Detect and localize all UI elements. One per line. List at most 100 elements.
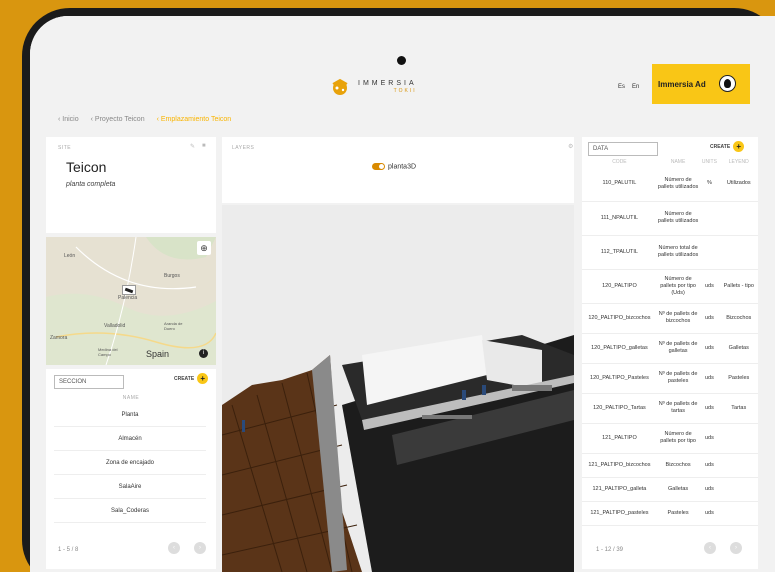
table-row[interactable]: 120_PALTIPO Número de pallets por tipo (U… (582, 269, 758, 304)
list-item[interactable]: Zona de encajado (54, 451, 206, 475)
code-cell: 120_PALTIPO_galletas (582, 333, 657, 364)
name-cell: Número de pallets utilizados (656, 201, 700, 236)
leyend-cell (719, 501, 758, 526)
brand-name: IMMERSIA (358, 80, 417, 87)
leyend-cell: Pallets - tipo (719, 269, 758, 304)
name-cell: Nº de pallets de pasteles (656, 363, 700, 394)
map-place-burgos: Burgos (164, 273, 180, 279)
data-search-input[interactable]: DATA (588, 142, 658, 156)
table-row[interactable]: 120_PALTIPO_galletas Nº de pallets de gal… (582, 333, 758, 364)
avatar-icon (719, 75, 736, 92)
column-header-name[interactable]: NAME (657, 157, 699, 167)
column-header-leyend[interactable]: LEYEND (720, 157, 758, 167)
locate-icon[interactable]: ⊕ (197, 241, 211, 255)
table-row[interactable]: 111_NPALUTIL Número de pallets utilizados (582, 201, 758, 236)
breadcrumb: ‹ Inicio ‹ Proyecto Teicon ‹ Emplazamien… (58, 116, 231, 123)
breadcrumb-item-proyecto[interactable]: ‹ Proyecto Teicon (91, 116, 145, 123)
data-table: CODE NAME UNITS LEYEND 110_PALUTIL Número… (582, 157, 758, 526)
app-logo[interactable]: IMMERSIA TOKII (330, 78, 417, 96)
map-place-medina: Medina del Campo (98, 347, 118, 357)
list-item[interactable]: Sala_Coderas (54, 499, 206, 523)
name-column-header: NAME (122, 395, 140, 401)
user-menu-button[interactable]: Immersia Ad (652, 64, 750, 104)
secciones-card: SECCION CREATE + NAME Planta Almacén Zona… (46, 369, 216, 569)
create-label: CREATE (174, 375, 195, 382)
name-cell: Nº de pallets de tartas (656, 393, 700, 424)
site-title: Teicon (66, 159, 107, 175)
units-cell (699, 235, 720, 270)
site-card: SITE ✎ ■ Teicon planta completa (46, 137, 216, 233)
table-row[interactable]: 120_PALTIPO_bizcochos Nº de pallets de bi… (582, 303, 758, 334)
data-pagination: 1 - 12 / 39 (596, 547, 624, 553)
table-row[interactable]: 112_TPALUTIL Número total de pallets util… (582, 235, 758, 270)
site-map[interactable]: León Burgos Palencia Valladolid Aranda d… (46, 237, 216, 365)
secciones-pagination: 1 - 5 / 8 (58, 547, 79, 553)
column-header-code[interactable]: CODE (582, 157, 657, 167)
site-label: SITE (58, 145, 72, 151)
units-cell: % (699, 167, 720, 202)
code-cell: 120_PALTIPO (582, 269, 657, 304)
units-cell: uds (699, 393, 720, 424)
leyend-cell (719, 235, 758, 270)
create-data-button[interactable]: CREATE + (710, 141, 745, 152)
column-header-units[interactable]: UNITS (699, 157, 719, 167)
name-cell: Número de pallets utilizados (656, 167, 700, 202)
map-place-palencia: Palencia (118, 295, 138, 301)
lang-es-link[interactable]: Es (618, 84, 625, 90)
code-cell: 120_PALTIPO_bizcochos (582, 303, 657, 334)
camera-dot (397, 56, 406, 65)
map-place-valladolid: Valladolid (104, 323, 126, 329)
table-row[interactable]: 120_PALTIPO_Pasteles Nº de pallets de pas… (582, 363, 758, 394)
info-icon[interactable]: i (199, 349, 208, 358)
delete-icon[interactable]: ■ (202, 143, 206, 149)
name-cell: Nº de pallets de bizcochos (656, 303, 700, 334)
logo-mark-icon (330, 78, 350, 96)
breadcrumb-item-inicio[interactable]: ‹ Inicio (58, 116, 79, 123)
code-cell: 121_PALTIPO (582, 423, 657, 454)
name-cell: Número de pallets por tipo (656, 423, 700, 454)
next-page-button[interactable]: › (730, 542, 742, 554)
data-panel: DATA CREATE + CODE NAME UNITS LEYEND 110_… (582, 137, 758, 569)
code-cell: 120_PALTIPO_Pasteles (582, 363, 657, 394)
leyend-cell (719, 201, 758, 236)
code-cell: 121_PALTIPO_galleta (582, 477, 657, 502)
seccion-search-input[interactable]: SECCION (54, 375, 124, 389)
code-cell: 120_PALTIPO_Tartas (582, 393, 657, 424)
lang-en-link[interactable]: En (632, 84, 639, 90)
3d-viewport[interactable] (222, 205, 574, 572)
leyend-cell: Utilizados (719, 167, 758, 202)
user-name: Immersia Ad (658, 79, 706, 89)
site-subtitle: planta completa (66, 181, 116, 188)
units-cell: uds (699, 453, 720, 478)
table-row[interactable]: 121_PALTIPO_bizcochos Bizcochos uds (582, 453, 758, 478)
breadcrumb-item-emplazamiento[interactable]: ‹ Emplazamiento Teicon (157, 116, 232, 123)
layers-label: LAYERS (232, 145, 255, 151)
prev-page-button[interactable]: ‹ (168, 542, 180, 554)
table-row[interactable]: 120_PALTIPO_Tartas Nº de pallets de tarta… (582, 393, 758, 424)
units-cell (699, 201, 720, 236)
leyend-cell: Galletas (719, 333, 758, 364)
table-row[interactable]: 110_PALUTIL Número de pallets utilizados%… (582, 167, 758, 202)
layers-settings-icon[interactable]: ⚙ (568, 143, 573, 150)
map-marker-icon[interactable] (122, 285, 136, 295)
leyend-cell: Bizcochos (719, 303, 758, 334)
toggle-switch[interactable] (372, 163, 385, 170)
name-cell: Pasteles (656, 501, 700, 526)
next-page-button[interactable]: › (194, 542, 206, 554)
table-row[interactable]: 121_PALTIPO_galleta Galletas uds (582, 477, 758, 502)
leyend-cell: Pasteles (719, 363, 758, 394)
table-row[interactable]: 121_PALTIPO Número de pallets por tipo uds (582, 423, 758, 454)
plus-icon: + (733, 141, 745, 152)
list-item[interactable]: Almacén (54, 427, 206, 451)
units-cell: uds (699, 501, 720, 526)
layer-toggle-planta3d[interactable]: planta3D (372, 163, 416, 170)
create-seccion-button[interactable]: CREATE + (174, 373, 209, 384)
map-place-spain: Spain (146, 349, 170, 359)
list-item[interactable]: Planta (54, 403, 206, 427)
prev-page-button[interactable]: ‹ (704, 542, 716, 554)
table-row[interactable]: 121_PALTIPO_pasteles Pasteles uds (582, 501, 758, 526)
edit-icon[interactable]: ✎ (190, 143, 195, 150)
list-item[interactable]: SalaAire (54, 475, 206, 499)
code-cell: 121_PALTIPO_pasteles (582, 501, 657, 526)
name-cell: Número total de pallets utilizados (656, 235, 700, 270)
